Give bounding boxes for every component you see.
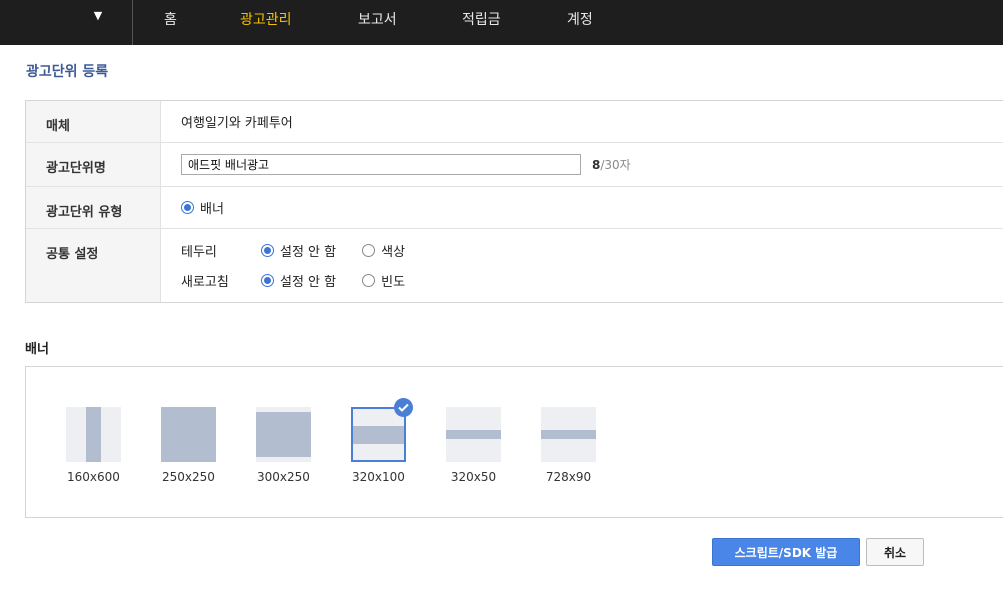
size-caption: 320x100: [352, 470, 405, 484]
nav-item-home[interactable]: 홈: [164, 9, 177, 29]
nav-item-reports[interactable]: 보고서: [358, 9, 397, 29]
border-none-label: 설정 안 함: [280, 245, 337, 260]
nav-item-ad-management[interactable]: 광고관리: [240, 9, 292, 29]
refresh-none-label: 설정 안 함: [280, 275, 337, 290]
unit-name-cell: 8/30자: [161, 143, 1003, 186]
size-option-320x50[interactable]: 320x50: [446, 407, 501, 484]
size-caption: 320x50: [450, 470, 497, 484]
issue-script-sdk-button[interactable]: 스크립트/SDK 발급: [712, 538, 860, 566]
nav-divider: [132, 0, 133, 45]
page-title: 광고단위 등록: [26, 64, 109, 80]
refresh-none-radio[interactable]: 설정 안 함: [261, 271, 336, 290]
size-option-250x250[interactable]: 250x250: [161, 407, 216, 484]
radio-unchecked-icon: [362, 244, 376, 257]
unit-name-input[interactable]: [181, 154, 581, 175]
common-settings-cell: 테두리 설정 안 함 색상 새로고침 설정 안 함 빈도: [161, 229, 1003, 302]
border-color-label: 색상: [381, 245, 406, 260]
unit-type-label: 광고단위 유형: [26, 187, 161, 228]
ad-unit-form: 매체 여행일기와 카페투어 광고단위명 8/30자 광고단위 유형 배너 공통 …: [25, 100, 1003, 303]
selected-check-icon: [394, 398, 413, 417]
size-thumbnail: [161, 407, 216, 462]
size-caption: 250x250: [162, 470, 215, 484]
unit-type-banner-radio[interactable]: 배너: [181, 198, 224, 217]
form-row-common-settings: 공통 설정 테두리 설정 안 함 색상 새로고침 설정 안 함 빈도: [26, 229, 1003, 302]
refresh-frequency-label: 빈도: [381, 275, 406, 290]
form-row-media: 매체 여행일기와 카페투어: [26, 101, 1003, 143]
char-counter: 8/30자: [592, 156, 631, 173]
size-preview-shape: [256, 412, 311, 457]
size-thumbnail: [351, 398, 413, 462]
unit-name-label: 광고단위명: [26, 143, 161, 186]
size-option-728x90[interactable]: 728x90: [541, 407, 596, 484]
unit-type-banner-label: 배너: [200, 202, 224, 217]
size-caption: 300x250: [257, 470, 310, 484]
nav-item-rewards[interactable]: 적립금: [462, 9, 501, 29]
refresh-setting-label: 새로고침: [181, 275, 229, 290]
border-none-radio[interactable]: 설정 안 함: [261, 241, 336, 260]
unit-type-cell: 배너: [161, 187, 1003, 228]
size-thumbnail: [446, 407, 501, 462]
size-thumbnail: [256, 407, 311, 462]
top-nav-bar: ▼ 홈 광고관리 보고서 적립금 계정: [0, 0, 1003, 45]
size-option-160x600[interactable]: 160x600: [66, 407, 121, 484]
size-thumbnail: [541, 407, 596, 462]
cancel-button[interactable]: 취소: [866, 538, 924, 566]
radio-checked-icon: [181, 201, 194, 214]
char-count-max: /30자: [600, 158, 631, 172]
media-value: 여행일기와 카페투어: [181, 116, 293, 131]
form-row-unit-type: 광고단위 유형 배너: [26, 187, 1003, 229]
banner-size-picker: 160x600 250x250 300x250 320x100 320x50 7…: [25, 366, 1003, 518]
radio-checked-icon: [261, 274, 274, 287]
size-preview-shape: [541, 430, 596, 439]
size-caption: 728x90: [545, 470, 592, 484]
nav-item-account[interactable]: 계정: [567, 9, 593, 29]
size-preview-shape: [353, 426, 404, 444]
menu-dropdown-icon[interactable]: ▼: [88, 8, 108, 24]
common-settings-label: 공통 설정: [26, 229, 161, 302]
refresh-frequency-radio[interactable]: 빈도: [362, 271, 405, 290]
size-option-320x100[interactable]: 320x100: [351, 398, 413, 484]
size-preview-shape: [446, 430, 501, 439]
size-thumbnail: [66, 407, 121, 462]
border-setting-label: 테두리: [181, 245, 217, 260]
form-row-unit-name: 광고단위명 8/30자: [26, 143, 1003, 187]
border-color-radio[interactable]: 색상: [362, 241, 405, 260]
radio-checked-icon: [261, 244, 274, 257]
media-label: 매체: [26, 101, 161, 142]
refresh-setting-line: 새로고침 설정 안 함 빈도: [181, 271, 431, 290]
size-option-300x250[interactable]: 300x250: [256, 407, 311, 484]
size-preview-shape: [161, 407, 216, 462]
border-setting-line: 테두리 설정 안 함 색상: [181, 241, 431, 260]
size-caption: 160x600: [67, 470, 120, 484]
size-preview-shape: [86, 407, 101, 462]
radio-unchecked-icon: [362, 274, 376, 287]
banner-section-title: 배너: [25, 342, 49, 357]
